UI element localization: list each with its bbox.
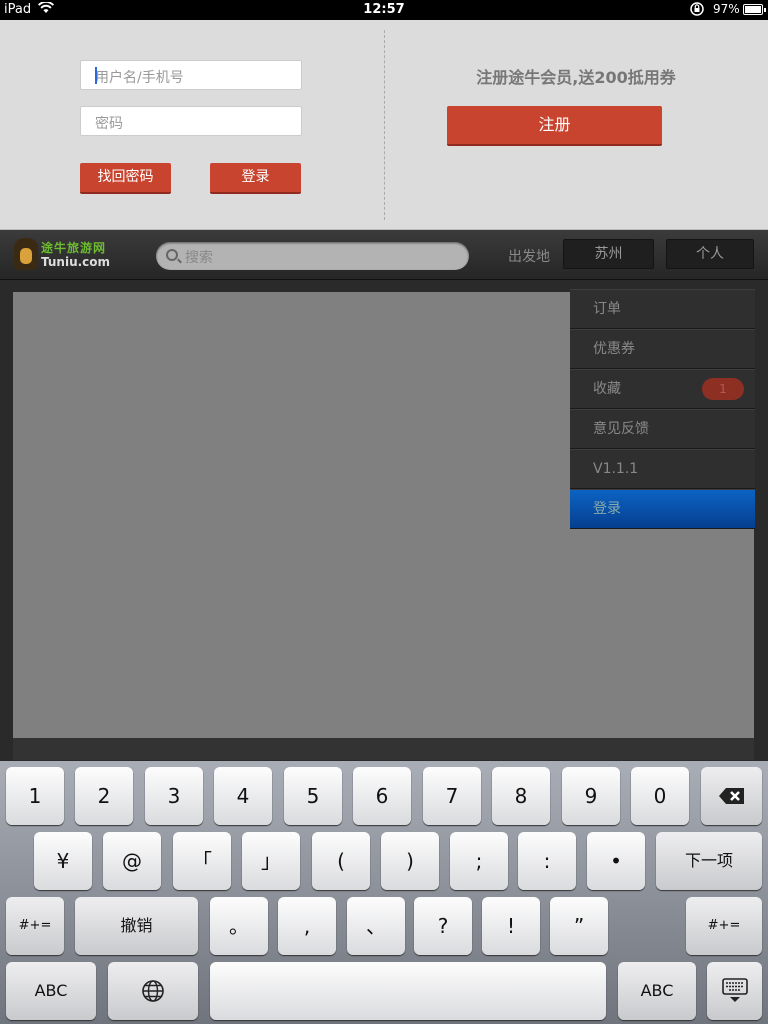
menu-item-coupons[interactable]: 优惠券 bbox=[570, 329, 755, 369]
username-placeholder: 用户名/手机号 bbox=[95, 70, 184, 86]
text-caret bbox=[95, 67, 97, 84]
register-button[interactable]: 注册 bbox=[447, 106, 662, 146]
key-right-corner-bracket[interactable]: 」 bbox=[242, 832, 300, 890]
keyboard-dismiss-key[interactable] bbox=[707, 962, 762, 1020]
battery-percent: 97% bbox=[713, 2, 740, 16]
personal-dropdown-menu: 订单 优惠券 收藏 1 意见反馈 V1.1.1 登录 bbox=[570, 289, 755, 529]
search-placeholder: 搜索 bbox=[185, 250, 213, 266]
backspace-icon bbox=[718, 788, 744, 804]
login-button[interactable]: 登录 bbox=[210, 163, 301, 194]
menu-item-label: 意见反馈 bbox=[593, 421, 649, 437]
nav-bar: 途牛旅游网 Tuniu.com 搜索 出发地 苏州 个人 bbox=[0, 230, 768, 280]
menu-item-feedback[interactable]: 意见反馈 bbox=[570, 409, 755, 449]
tuniu-logo[interactable]: 途牛旅游网 Tuniu.com bbox=[14, 238, 114, 272]
space-key[interactable] bbox=[210, 962, 606, 1020]
menu-item-orders[interactable]: 订单 bbox=[570, 289, 755, 329]
key-4[interactable]: 4 bbox=[214, 767, 272, 825]
key-3[interactable]: 3 bbox=[145, 767, 203, 825]
onscreen-keyboard: 1 2 3 4 5 6 7 8 9 0 ¥ @ 「 」 ( ) ; : • 下一… bbox=[0, 761, 768, 1024]
backspace-key[interactable] bbox=[701, 767, 762, 825]
undo-key[interactable]: 撤销 bbox=[75, 897, 198, 955]
username-field[interactable]: 用户名/手机号 bbox=[80, 60, 302, 90]
key-ideographic-period[interactable]: 。 bbox=[210, 897, 268, 955]
key-at[interactable]: @ bbox=[103, 832, 161, 890]
key-question[interactable]: ? bbox=[414, 897, 472, 955]
battery-icon bbox=[743, 4, 766, 15]
logo-text-en: Tuniu.com bbox=[41, 255, 111, 269]
menu-item-label: 登录 bbox=[593, 501, 621, 517]
symbols-toggle-key-right[interactable]: #+= bbox=[686, 897, 762, 955]
key-yen[interactable]: ¥ bbox=[34, 832, 92, 890]
personal-menu-button[interactable]: 个人 bbox=[666, 239, 754, 269]
key-2[interactable]: 2 bbox=[75, 767, 133, 825]
key-right-paren[interactable]: ) bbox=[381, 832, 439, 890]
menu-item-login[interactable]: 登录 bbox=[570, 489, 755, 529]
menu-item-version: V1.1.1 bbox=[570, 449, 755, 489]
key-7[interactable]: 7 bbox=[423, 767, 481, 825]
key-6[interactable]: 6 bbox=[353, 767, 411, 825]
rotation-lock-icon bbox=[690, 2, 704, 20]
globe-icon bbox=[142, 980, 164, 1002]
search-icon bbox=[166, 249, 178, 261]
menu-item-label: 订单 bbox=[593, 301, 621, 317]
favorites-count-badge: 1 bbox=[702, 378, 744, 400]
menu-item-label: 收藏 bbox=[593, 381, 621, 397]
password-placeholder: 密码 bbox=[95, 116, 123, 132]
key-ideographic-comma[interactable]: 、 bbox=[347, 897, 405, 955]
key-9[interactable]: 9 bbox=[562, 767, 620, 825]
menu-item-label: 优惠券 bbox=[593, 341, 635, 357]
key-colon[interactable]: : bbox=[518, 832, 576, 890]
symbols-toggle-key[interactable]: #+= bbox=[6, 897, 64, 955]
departure-label: 出发地 bbox=[508, 249, 550, 265]
abc-key-right[interactable]: ABC bbox=[618, 962, 696, 1020]
search-input[interactable]: 搜索 bbox=[156, 242, 469, 270]
bull-logo-icon bbox=[14, 238, 38, 270]
key-8[interactable]: 8 bbox=[492, 767, 550, 825]
register-promo-text: 注册途牛会员,送200抵用券 bbox=[476, 68, 676, 87]
forgot-password-button[interactable]: 找回密码 bbox=[80, 163, 171, 194]
status-bar: iPad 12:57 97% bbox=[0, 0, 768, 20]
key-comma[interactable]: , bbox=[278, 897, 336, 955]
login-panel: 用户名/手机号 密码 找回密码 登录 注册途牛会员,送200抵用券 注册 bbox=[0, 20, 768, 230]
abc-key-left[interactable]: ABC bbox=[6, 962, 96, 1020]
key-right-quote[interactable]: ” bbox=[550, 897, 608, 955]
version-label: V1.1.1 bbox=[593, 461, 639, 477]
next-field-key[interactable]: 下一项 bbox=[656, 832, 762, 890]
key-5[interactable]: 5 bbox=[284, 767, 342, 825]
clock: 12:57 bbox=[363, 2, 405, 17]
keyboard-dismiss-icon bbox=[721, 978, 748, 1002]
password-field[interactable]: 密码 bbox=[80, 106, 302, 136]
city-selector-button[interactable]: 苏州 bbox=[563, 239, 654, 269]
key-left-paren[interactable]: ( bbox=[312, 832, 370, 890]
logo-text-cn: 途牛旅游网 bbox=[41, 241, 107, 255]
app-root: iPad 12:57 97% 用户名/手机号 密码 找回密码 登录 注册途牛会员… bbox=[0, 0, 768, 1024]
key-exclamation[interactable]: ! bbox=[482, 897, 540, 955]
panel-divider bbox=[384, 30, 385, 220]
key-semicolon[interactable]: ; bbox=[450, 832, 508, 890]
key-1[interactable]: 1 bbox=[6, 767, 64, 825]
globe-key[interactable] bbox=[108, 962, 198, 1020]
key-left-corner-bracket[interactable]: 「 bbox=[173, 832, 231, 890]
content-footer-strip bbox=[13, 738, 754, 760]
key-bullet[interactable]: • bbox=[587, 832, 645, 890]
menu-item-favorites[interactable]: 收藏 1 bbox=[570, 369, 755, 409]
key-0[interactable]: 0 bbox=[631, 767, 689, 825]
